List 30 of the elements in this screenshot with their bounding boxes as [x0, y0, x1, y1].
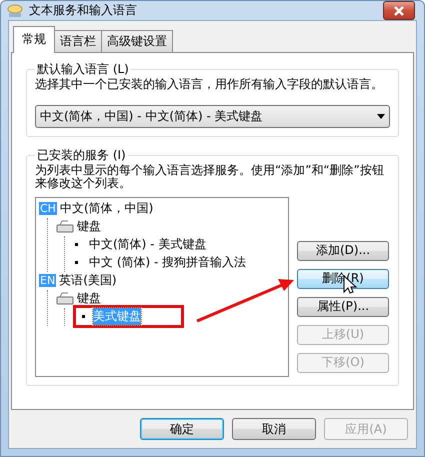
language-badge: CH	[39, 202, 57, 216]
bullet-icon	[75, 261, 78, 264]
close-icon	[393, 6, 405, 16]
bullet-icon	[75, 243, 78, 246]
service-button[interactable]: 属性(P)...	[297, 296, 389, 317]
tree-item[interactable]: 中文(简体) - 美式键盘	[89, 236, 206, 254]
app-icon	[7, 2, 23, 18]
group-title: 默认输入语言 (L)	[36, 61, 130, 78]
description: 为列表中显示的每个输入语言选择服务。使用“添加”和“删除”按钮来修改这个列表。	[35, 164, 385, 191]
service-button[interactable]: 添加(D)...	[297, 240, 389, 261]
description: 选择其中一个已安装的输入语言，用作所有输入字段的默认语言。	[35, 78, 384, 92]
tree-item[interactable]: 中文(简体，中国)	[60, 200, 154, 218]
bullet-icon	[82, 315, 85, 318]
tree-item[interactable]: 中文 (简体) - 搜狗拼音输入法	[89, 254, 246, 272]
tree-item[interactable]: 英语(美国)	[59, 272, 117, 290]
tab[interactable]: 语言栏	[54, 30, 102, 52]
close-button[interactable]	[383, 1, 415, 20]
tab[interactable]: 常规	[13, 26, 55, 53]
dialog-button[interactable]: 取消	[232, 418, 316, 440]
language-badge: EN	[39, 274, 56, 288]
dropdown-arrow-icon	[377, 114, 385, 120]
tab[interactable]: 高级键设置	[101, 30, 173, 52]
group-title: 已安装的服务 (I)	[36, 147, 127, 164]
window-title: 文本服务和输入语言	[29, 2, 138, 19]
tree-item[interactable]: 键盘	[77, 218, 101, 236]
dialog-button[interactable]: 确定	[140, 418, 224, 440]
keyboard-icon	[56, 292, 74, 306]
language-dropdown[interactable]: 中文(简体，中国) - 中文(简体) - 美式键盘	[35, 105, 390, 128]
keyboard-icon	[56, 220, 74, 234]
tree-item[interactable]: 键盘	[77, 290, 101, 308]
